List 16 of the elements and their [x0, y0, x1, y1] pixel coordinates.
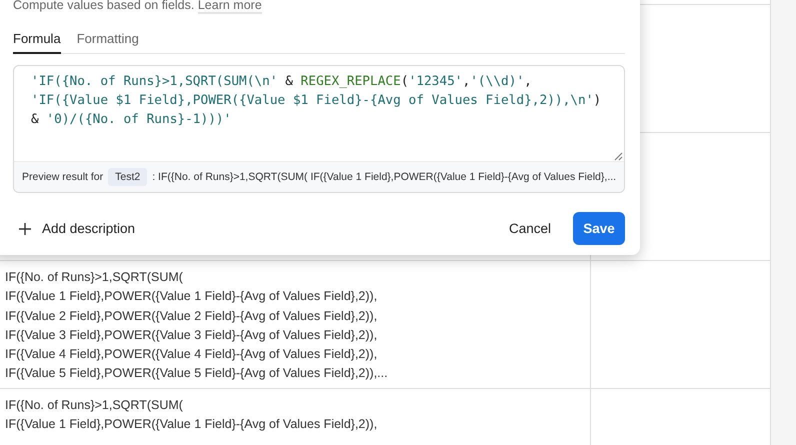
add-description-button[interactable]: Add description [13, 221, 136, 236]
formula-cell-text: IF({No. of Runs}>1,SQRT(SUM( IF({Value 1 Field},POWER({Value 1 Field}-{Avg of Values Field},2)), [4, 397, 378, 434]
formula-code: 'IF({No. of Runs}>1,SQRT(SUM(\n' & REGEX_REPLACE('12345','(\\d)', 'IF({Value $1 Field},POWER({Value $1 Field}-{Avg of Values Field},2)),\n') & '0)/({No. of Runs}-1)))' [31, 73, 602, 129]
learn-more-link[interactable]: Learn more [198, 0, 262, 14]
preview-label: Preview result for [22, 171, 104, 183]
tab[interactable]: Formula [13, 28, 61, 54]
description-text: Compute values based on fields. Learn more [13, 0, 262, 12]
resize-handle-icon[interactable] [614, 152, 623, 161]
formula-editor[interactable] [13, 65, 625, 193]
formula-cell-text: IF({No. of Runs}>1,SQRT(SUM( IF({Value 1 Field},POWER({Value 1 Field}-{Avg of Values Field},2)), IF({Value 2 Field},POWER({Value 2 Field}-{Avg of Values Field},2)), IF({Value 3 Field},POWER({Value 3 Field}-{Avg of Values Field},2)), IF({Value 4 Field},POWER({Value 4 Field}-{Avg of Values Field},2)), IF({Value 5 Field},POWER({Value 5 Field}-{Avg of Values Field},2)),... [4, 269, 388, 382]
plus-icon [19, 222, 31, 234]
preview-result: : IF({No. of Runs}>1,SQRT(SUM( IF({Value 1 Field},POWER({Value 1 Field}-{Avg of Values Field},... [152, 171, 616, 183]
save-button[interactable]: Save [573, 212, 625, 245]
tab[interactable]: Formatting [76, 28, 139, 54]
cancel-button[interactable]: Cancel [508, 221, 551, 236]
record-chip[interactable]: Test2 [108, 168, 148, 186]
